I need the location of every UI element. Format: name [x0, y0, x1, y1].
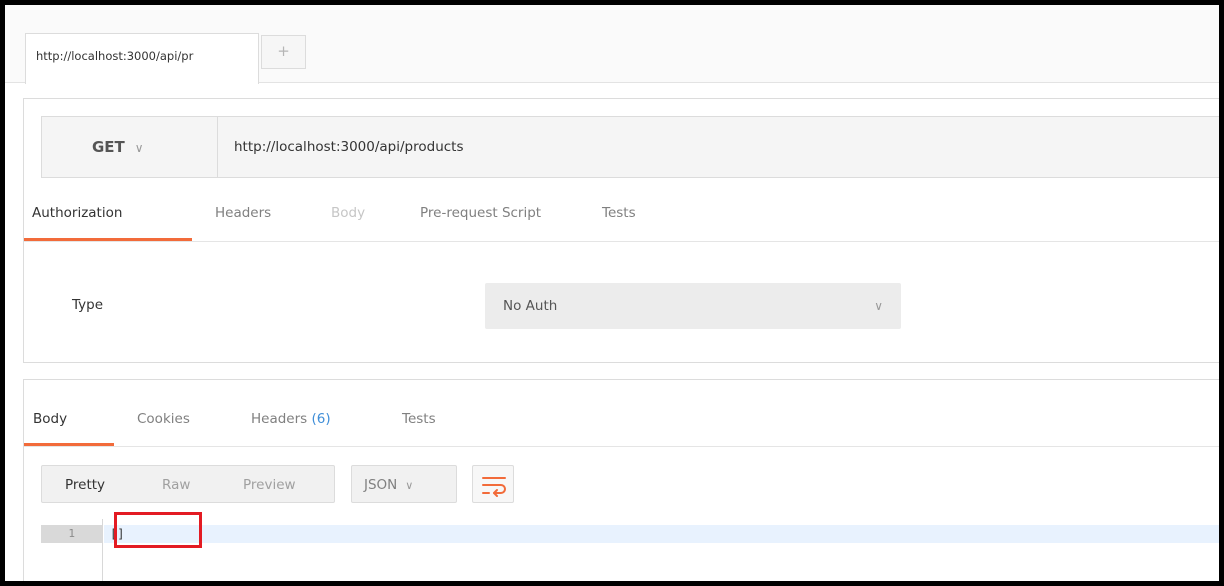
chevron-down-icon: ∨	[134, 141, 144, 155]
response-panel: Body Cookies Headers (6) Tests Pretty Ra…	[23, 379, 1219, 581]
request-tab[interactable]: http://localhost:3000/api/pr	[25, 33, 259, 84]
new-tab-button[interactable]: +	[261, 35, 306, 69]
tab-pre-request-script[interactable]: Pre-request Script	[420, 191, 541, 241]
tab-bar: http://localhost:3000/api/pr +	[5, 5, 1219, 84]
line-gutter: 1	[41, 519, 103, 581]
tab-response-tests[interactable]: Tests	[402, 390, 436, 446]
headers-count-badge: (6)	[311, 411, 331, 427]
tab-label: Headers	[251, 411, 308, 427]
line-number: 1	[41, 525, 102, 543]
auth-type-label: Type	[72, 297, 104, 313]
chevron-down-icon: ∨	[405, 479, 414, 492]
format-value: JSON	[364, 477, 398, 493]
tab-response-headers[interactable]: Headers (6)	[251, 390, 331, 446]
divider	[24, 446, 1219, 447]
tab-authorization[interactable]: Authorization	[24, 191, 192, 241]
raw-button[interactable]: Raw	[162, 466, 190, 502]
wrap-lines-button[interactable]	[472, 465, 514, 503]
app-window: http://localhost:3000/api/pr + GET ∨ http…	[5, 5, 1219, 581]
request-tabs: Authorization Headers Body Pre-request S…	[24, 191, 1219, 241]
preview-button[interactable]: Preview	[243, 466, 296, 502]
request-tab-label: http://localhost:3000/api/pr	[36, 49, 194, 63]
tab-response-body[interactable]: Body	[24, 390, 114, 446]
view-mode-group: Pretty Raw Preview	[41, 465, 335, 503]
method-select[interactable]: GET ∨	[42, 117, 218, 177]
pretty-button[interactable]: Pretty	[65, 466, 105, 502]
plus-icon: +	[277, 42, 290, 60]
tab-tests[interactable]: Tests	[602, 191, 636, 241]
tab-headers[interactable]: Headers	[215, 191, 271, 241]
chevron-down-icon: ∨	[874, 299, 883, 313]
active-line-highlight	[104, 525, 1219, 543]
url-bar: GET ∨ http://localhost:3000/api/products	[41, 116, 1219, 178]
url-input[interactable]: http://localhost:3000/api/products	[234, 117, 464, 177]
wrap-lines-icon	[482, 477, 506, 497]
highlight-annotation	[114, 512, 202, 548]
tab-label: Authorization	[32, 205, 123, 221]
format-select[interactable]: JSON ∨	[351, 465, 457, 503]
tab-body[interactable]: Body	[331, 191, 365, 241]
tab-label: Body	[33, 411, 68, 427]
request-panel: GET ∨ http://localhost:3000/api/products …	[23, 98, 1219, 363]
tab-cookies[interactable]: Cookies	[137, 390, 190, 446]
response-editor[interactable]: 1 []	[41, 512, 1219, 581]
method-label: GET	[92, 138, 125, 156]
divider	[24, 241, 1219, 242]
response-tabs: Body Cookies Headers (6) Tests	[24, 390, 1219, 446]
auth-type-select[interactable]: No Auth ∨	[485, 283, 901, 329]
auth-type-value: No Auth	[503, 298, 558, 314]
